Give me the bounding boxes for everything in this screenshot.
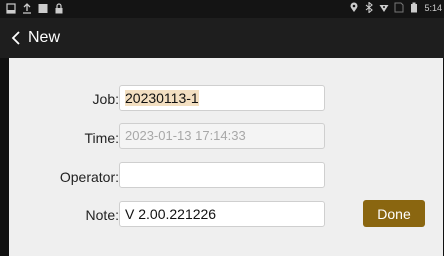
- location-icon: [350, 2, 358, 13]
- device-frame: 5:14 New Job: 20230113-1 Time: 2023-01-1…: [0, 0, 444, 256]
- screenshot-icon: [6, 3, 16, 14]
- time-value: 2023-01-13 17:14:33: [125, 128, 246, 143]
- note-value: V 2.00.221226: [125, 206, 217, 222]
- status-bar: 5:14: [0, 0, 444, 18]
- app-bar: New: [0, 18, 444, 58]
- time-label: Time:: [84, 130, 119, 146]
- status-time: 5:14: [424, 2, 442, 13]
- job-label: Job:: [92, 91, 119, 107]
- time-field: 2023-01-13 17:14:33: [119, 123, 325, 149]
- battery-icon: [411, 2, 418, 13]
- note-label: Note:: [85, 207, 119, 223]
- page-title: New: [28, 29, 61, 46]
- note-field[interactable]: V 2.00.221226: [119, 201, 325, 227]
- done-button[interactable]: Done: [363, 200, 425, 227]
- lock-icon: [55, 3, 63, 14]
- operator-label: Operator:: [59, 169, 119, 185]
- operator-field[interactable]: [119, 162, 325, 188]
- new-job-form: Job: 20230113-1 Time: 2023-01-13 17:14:3…: [9, 58, 443, 256]
- bluetooth-icon: [366, 2, 374, 13]
- chevron-left-icon: [11, 31, 20, 45]
- back-button[interactable]: New: [10, 29, 60, 47]
- job-field[interactable]: 20230113-1: [119, 85, 325, 111]
- no-sim-icon: [394, 2, 404, 13]
- job-value: 20230113-1: [125, 90, 199, 106]
- upload-icon: [23, 3, 31, 14]
- image-icon: [38, 4, 48, 13]
- wifi-icon: [379, 5, 389, 12]
